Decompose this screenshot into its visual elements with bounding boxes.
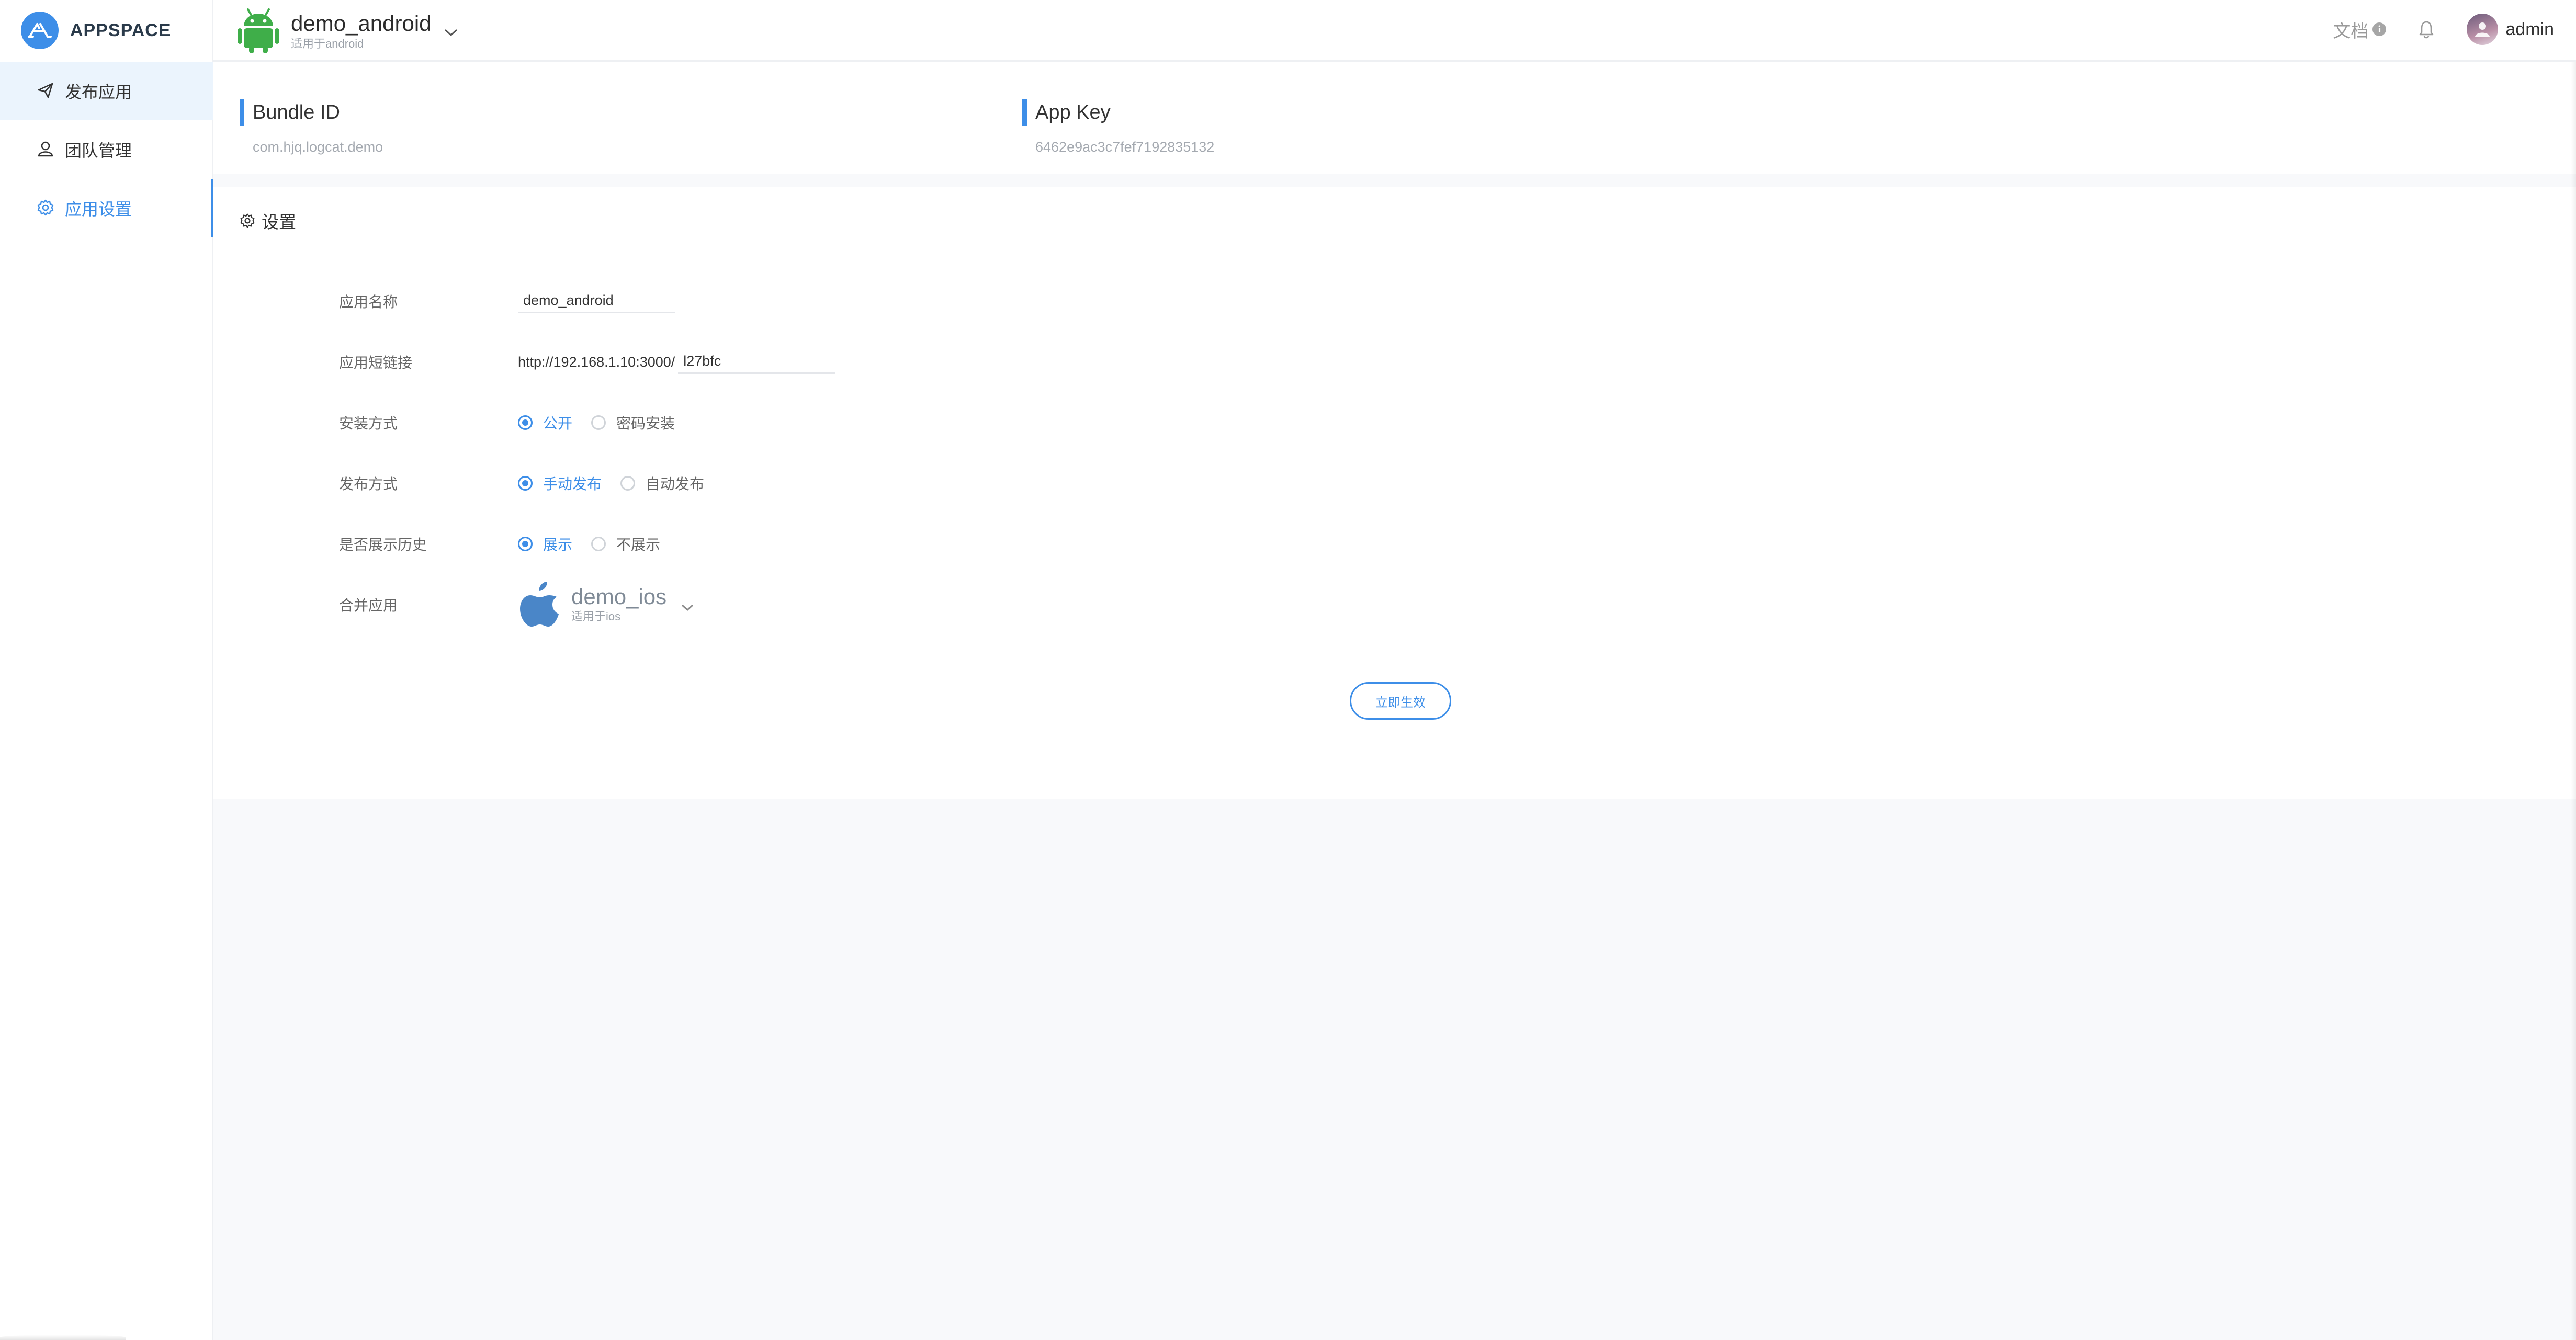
history-label: 是否展示历史 bbox=[339, 537, 427, 553]
form-row-app-name: 应用名称 bbox=[339, 271, 835, 332]
merge-app-select[interactable]: demo_ios 适用于ios bbox=[518, 580, 695, 630]
brand-name: APPSPACE bbox=[70, 20, 171, 40]
bottom-edge-shadow bbox=[0, 1335, 126, 1340]
sidebar-item-team[interactable]: 团队管理 bbox=[0, 120, 213, 179]
radio-label: 手动发布 bbox=[543, 476, 602, 492]
apple-icon bbox=[518, 580, 562, 630]
info-icon: i bbox=[2372, 22, 2387, 36]
radio-label: 公开 bbox=[543, 415, 573, 431]
gear-icon bbox=[37, 199, 55, 218]
short-link-label: 应用短链接 bbox=[339, 355, 413, 371]
form-row-publish: 发布方式 手动发布 自动发布 bbox=[339, 453, 835, 514]
settings-card: 设置 应用名称 应用短链接 http://192.168.1.10:3000/ … bbox=[213, 187, 2576, 799]
radio-selected-icon bbox=[518, 476, 533, 491]
send-icon bbox=[37, 82, 55, 100]
radio-label: 自动发布 bbox=[646, 476, 705, 492]
sidebar-item-label: 应用设置 bbox=[65, 200, 132, 219]
current-app-platform: 适用于android bbox=[291, 37, 364, 50]
user-name[interactable]: admin bbox=[2505, 19, 2554, 40]
sidebar-nav: 发布应用 团队管理 应用设置 bbox=[0, 62, 215, 237]
top-header: demo_android 适用于android 文档 i admin bbox=[213, 0, 2576, 62]
publish-radio-auto[interactable]: 自动发布 bbox=[620, 473, 704, 494]
android-icon bbox=[238, 6, 279, 56]
radio-label: 展示 bbox=[543, 537, 573, 553]
settings-title: 设置 bbox=[262, 212, 296, 232]
chevron-down-icon[interactable] bbox=[443, 27, 459, 40]
sidebar-item-settings[interactable]: 应用设置 bbox=[0, 179, 215, 237]
merge-label: 合并应用 bbox=[339, 597, 398, 614]
history-radio-hide[interactable]: 不展示 bbox=[591, 533, 660, 554]
main-content: Bundle ID com.hjq.logcat.demo App Key 64… bbox=[213, 62, 2576, 1340]
bell-icon[interactable] bbox=[2419, 20, 2434, 39]
install-radio-public[interactable]: 公开 bbox=[518, 412, 572, 433]
chevron-down-icon[interactable] bbox=[680, 603, 695, 615]
publish-radio-manual[interactable]: 手动发布 bbox=[518, 473, 602, 494]
sidebar-item-publish[interactable]: 发布应用 bbox=[0, 62, 213, 120]
app-key-value: 6462e9ac3c7fef7192835132 bbox=[1035, 139, 1215, 155]
sidebar: APPSPACE 发布应用 团队管理 应用设置 bbox=[0, 0, 215, 1340]
settings-header: 设置 bbox=[240, 208, 296, 233]
history-radio-show[interactable]: 展示 bbox=[518, 533, 572, 554]
form-row-short-link: 应用短链接 http://192.168.1.10:3000/ bbox=[339, 332, 835, 392]
publish-label: 发布方式 bbox=[339, 476, 398, 492]
radio-selected-icon bbox=[518, 415, 533, 430]
merge-app-name: demo_ios bbox=[571, 584, 667, 609]
form-row-history: 是否展示历史 展示 不展示 bbox=[339, 514, 835, 574]
app-name-input[interactable] bbox=[518, 289, 675, 313]
bundle-id-value: com.hjq.logcat.demo bbox=[253, 139, 383, 155]
app-info-card: Bundle ID com.hjq.logcat.demo App Key 64… bbox=[213, 62, 2576, 174]
short-link-input[interactable] bbox=[678, 350, 835, 374]
radio-label: 不展示 bbox=[616, 537, 661, 553]
sidebar-item-label: 团队管理 bbox=[65, 141, 132, 160]
app-name-label: 应用名称 bbox=[339, 294, 398, 310]
install-radio-password[interactable]: 密码安装 bbox=[591, 412, 675, 433]
radio-selected-icon bbox=[518, 537, 533, 551]
settings-form: 应用名称 应用短链接 http://192.168.1.10:3000/ 安装方… bbox=[339, 271, 835, 635]
short-link-prefix: http://192.168.1.10:3000/ bbox=[518, 354, 675, 370]
app-switcher[interactable]: demo_android 适用于android bbox=[238, 6, 459, 56]
merge-app-platform: 适用于ios bbox=[571, 610, 621, 623]
apply-button[interactable]: 立即生效 bbox=[1350, 682, 1451, 720]
radio-empty-icon bbox=[591, 537, 606, 551]
bundle-id-block: Bundle ID com.hjq.logcat.demo bbox=[240, 99, 383, 155]
bundle-id-label: Bundle ID bbox=[240, 99, 383, 126]
radio-empty-icon bbox=[620, 476, 636, 491]
avatar[interactable] bbox=[2467, 14, 2499, 45]
header-actions: 文档 i admin bbox=[2333, 13, 2554, 46]
gear-icon bbox=[240, 213, 255, 229]
form-row-install: 安装方式 公开 密码安装 bbox=[339, 392, 835, 453]
logo[interactable]: APPSPACE bbox=[21, 12, 171, 49]
app-key-label: App Key bbox=[1022, 99, 1214, 126]
team-icon bbox=[37, 140, 55, 159]
radio-empty-icon bbox=[591, 415, 606, 430]
sidebar-item-label: 发布应用 bbox=[65, 83, 132, 101]
app-store-icon bbox=[21, 12, 59, 49]
app-key-block: App Key 6462e9ac3c7fef7192835132 bbox=[1022, 99, 1214, 155]
current-app-name: demo_android bbox=[291, 10, 432, 36]
install-label: 安装方式 bbox=[339, 415, 398, 431]
docs-link[interactable]: 文档 i bbox=[2333, 17, 2387, 42]
form-row-merge: 合并应用 demo_ios 适用于ios bbox=[339, 574, 835, 635]
radio-label: 密码安装 bbox=[616, 415, 675, 431]
docs-label: 文档 bbox=[2333, 21, 2369, 41]
page-edge-shadow bbox=[2571, 62, 2576, 1340]
